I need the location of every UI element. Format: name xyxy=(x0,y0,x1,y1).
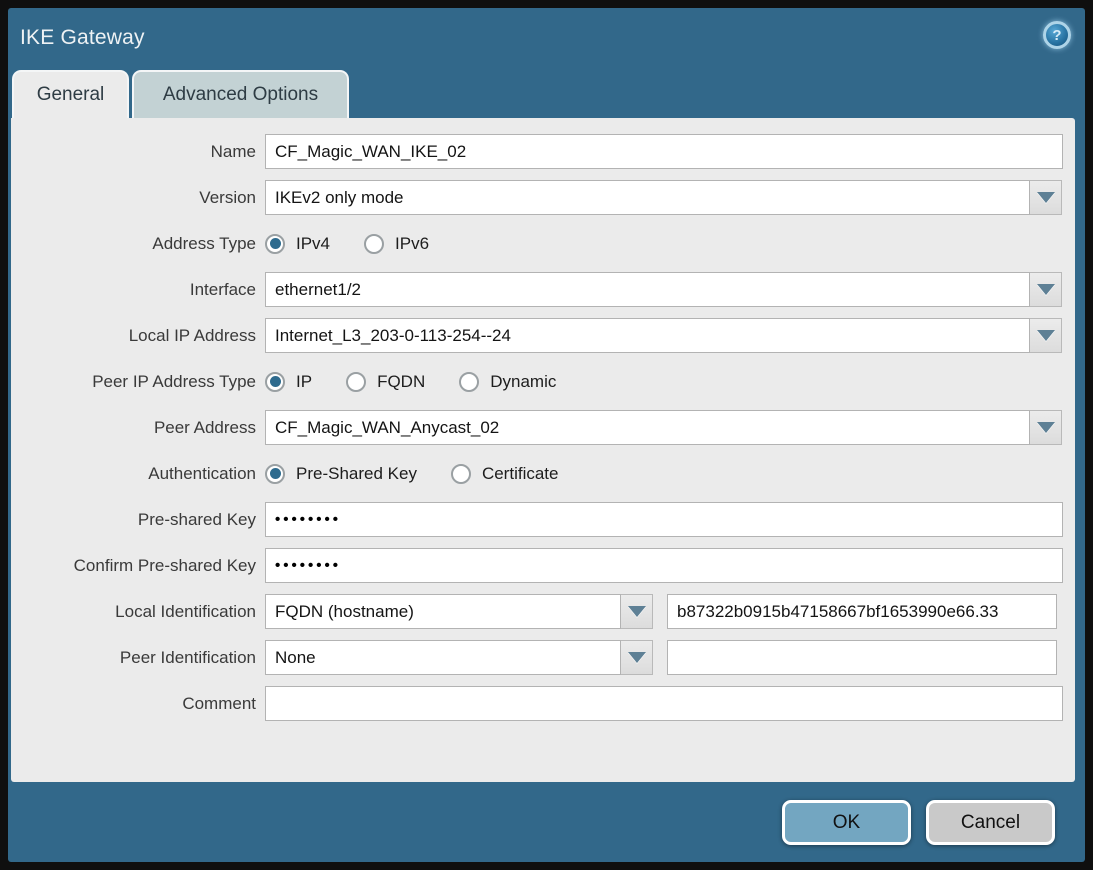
tab-advanced-options[interactable]: Advanced Options xyxy=(132,70,349,118)
ike-gateway-dialog: IKE Gateway ? General Advanced Options N… xyxy=(8,8,1085,862)
ok-button-label: OK xyxy=(833,812,860,834)
version-select[interactable]: IKEv2 only mode xyxy=(265,180,1030,215)
pre-shared-key-label: Pre-shared Key xyxy=(11,510,256,530)
interface-select[interactable]: ethernet1/2 xyxy=(265,272,1030,307)
radio-certificate[interactable] xyxy=(451,464,471,484)
peer-address-select[interactable]: CF_Magic_WAN_Anycast_02 xyxy=(265,410,1030,445)
local-ip-address-value: Internet_L3_203-0-113-254--24 xyxy=(275,326,511,346)
radio-pre-shared-key[interactable] xyxy=(265,464,285,484)
form-row-authentication: Authentication Pre-Shared Key Certificat… xyxy=(11,456,1075,491)
local-ip-address-select[interactable]: Internet_L3_203-0-113-254--24 xyxy=(265,318,1030,353)
local-ip-address-dropdown-button[interactable] xyxy=(1030,318,1062,353)
form-row-version: Version IKEv2 only mode xyxy=(11,180,1075,215)
chevron-down-icon xyxy=(1037,330,1055,341)
peer-address-label: Peer Address xyxy=(11,418,256,438)
tab-advanced-options-label: Advanced Options xyxy=(163,84,318,106)
cancel-button-label: Cancel xyxy=(961,812,1020,834)
radio-ipv6-label: IPv6 xyxy=(395,234,429,254)
form-row-pre-shared-key: Pre-shared Key •••••••• xyxy=(11,502,1075,537)
authentication-label: Authentication xyxy=(11,464,256,484)
confirm-pre-shared-key-label: Confirm Pre-shared Key xyxy=(11,556,256,576)
peer-address-dropdown-button[interactable] xyxy=(1030,410,1062,445)
local-identification-id-value: b87322b0915b47158667bf1653990e66.33 xyxy=(677,602,998,622)
radio-ipv4-label: IPv4 xyxy=(296,234,330,254)
peer-identification-label: Peer Identification xyxy=(11,648,256,668)
name-input[interactable]: CF_Magic_WAN_IKE_02 xyxy=(265,134,1063,169)
form-row-comment: Comment xyxy=(11,686,1075,721)
general-tab-panel: Name CF_Magic_WAN_IKE_02 Version IKEv2 o… xyxy=(11,118,1075,782)
address-type-radio-group: IPv4 IPv6 xyxy=(265,234,463,254)
form-row-address-type: Address Type IPv4 IPv6 xyxy=(11,226,1075,261)
ok-button[interactable]: OK xyxy=(782,800,911,845)
peer-identification-dropdown-button[interactable] xyxy=(621,640,653,675)
chevron-down-icon xyxy=(1037,284,1055,295)
chevron-down-icon xyxy=(628,606,646,617)
local-identification-type-select[interactable]: FQDN (hostname) xyxy=(265,594,621,629)
radio-dynamic[interactable] xyxy=(459,372,479,392)
peer-identification-id-input[interactable] xyxy=(667,640,1057,675)
confirm-pre-shared-key-value: •••••••• xyxy=(275,557,341,574)
local-identification-label: Local Identification xyxy=(11,602,256,622)
peer-identification-type-select[interactable]: None xyxy=(265,640,621,675)
chevron-down-icon xyxy=(1037,422,1055,433)
pre-shared-key-value: •••••••• xyxy=(275,511,341,528)
radio-pre-shared-key-label: Pre-Shared Key xyxy=(296,464,417,484)
interface-value: ethernet1/2 xyxy=(275,280,361,300)
comment-label: Comment xyxy=(11,694,256,714)
version-dropdown-button[interactable] xyxy=(1030,180,1062,215)
comment-input[interactable] xyxy=(265,686,1063,721)
tab-bar: General Advanced Options xyxy=(12,68,1085,118)
peer-ip-address-type-label: Peer IP Address Type xyxy=(11,372,256,392)
cancel-button[interactable]: Cancel xyxy=(926,800,1055,845)
form-row-local-ip-address: Local IP Address Internet_L3_203-0-113-2… xyxy=(11,318,1075,353)
dialog-title: IKE Gateway xyxy=(20,26,145,50)
form-row-local-identification: Local Identification FQDN (hostname) b87… xyxy=(11,594,1075,629)
peer-address-value: CF_Magic_WAN_Anycast_02 xyxy=(275,418,499,438)
radio-ip[interactable] xyxy=(265,372,285,392)
radio-fqdn-label: FQDN xyxy=(377,372,425,392)
chevron-down-icon xyxy=(628,652,646,663)
authentication-radio-group: Pre-Shared Key Certificate xyxy=(265,464,592,484)
radio-ip-label: IP xyxy=(296,372,312,392)
radio-dynamic-label: Dynamic xyxy=(490,372,556,392)
help-icon[interactable]: ? xyxy=(1043,21,1071,49)
form-row-interface: Interface ethernet1/2 xyxy=(11,272,1075,307)
chevron-down-icon xyxy=(1037,192,1055,203)
form-row-peer-identification: Peer Identification None xyxy=(11,640,1075,675)
local-identification-type-value: FQDN (hostname) xyxy=(275,602,414,622)
peer-identification-type-value: None xyxy=(275,648,316,668)
pre-shared-key-input[interactable]: •••••••• xyxy=(265,502,1063,537)
form-row-peer-ip-address-type: Peer IP Address Type IP FQDN Dynamic xyxy=(11,364,1075,399)
version-label: Version xyxy=(11,188,256,208)
form-row-peer-address: Peer Address CF_Magic_WAN_Anycast_02 xyxy=(11,410,1075,445)
radio-ipv6[interactable] xyxy=(364,234,384,254)
radio-certificate-label: Certificate xyxy=(482,464,559,484)
local-identification-id-input[interactable]: b87322b0915b47158667bf1653990e66.33 xyxy=(667,594,1057,629)
form-row-name: Name CF_Magic_WAN_IKE_02 xyxy=(11,134,1075,169)
name-value: CF_Magic_WAN_IKE_02 xyxy=(275,142,466,162)
interface-dropdown-button[interactable] xyxy=(1030,272,1062,307)
dialog-footer: OK Cancel xyxy=(8,782,1085,845)
dialog-titlebar: IKE Gateway ? xyxy=(8,8,1085,68)
tab-general-label: General xyxy=(37,84,105,106)
form-row-confirm-pre-shared-key: Confirm Pre-shared Key •••••••• xyxy=(11,548,1075,583)
confirm-pre-shared-key-input[interactable]: •••••••• xyxy=(265,548,1063,583)
radio-fqdn[interactable] xyxy=(346,372,366,392)
tab-general[interactable]: General xyxy=(12,70,129,118)
version-value: IKEv2 only mode xyxy=(275,188,404,208)
name-label: Name xyxy=(11,142,256,162)
radio-ipv4[interactable] xyxy=(265,234,285,254)
local-identification-dropdown-button[interactable] xyxy=(621,594,653,629)
address-type-label: Address Type xyxy=(11,234,256,254)
interface-label: Interface xyxy=(11,280,256,300)
peer-ip-address-type-radio-group: IP FQDN Dynamic xyxy=(265,372,590,392)
local-ip-address-label: Local IP Address xyxy=(11,326,256,346)
